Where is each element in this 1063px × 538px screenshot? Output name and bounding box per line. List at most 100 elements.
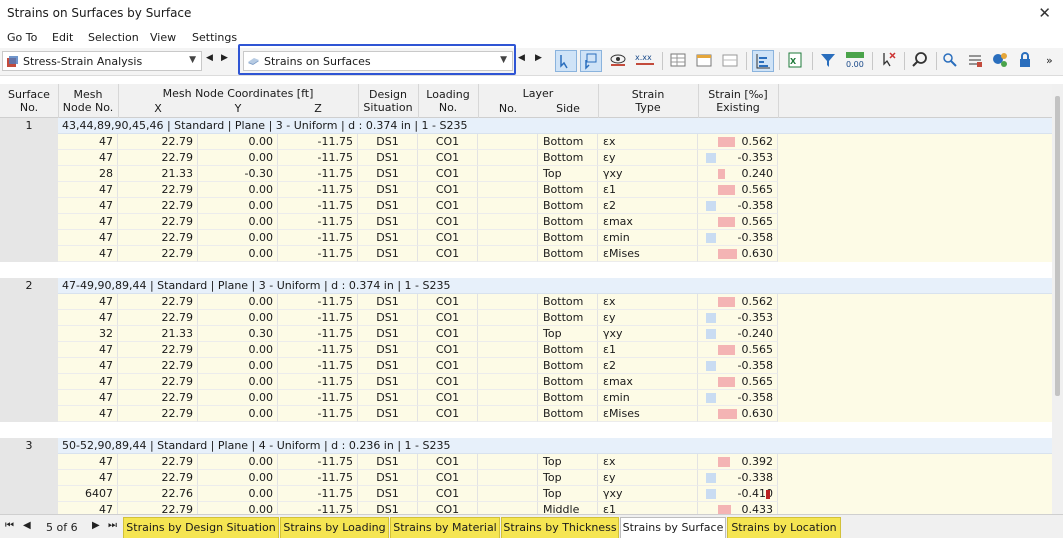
clear-selection-icon[interactable]	[878, 50, 900, 72]
cell-z: -11.75	[278, 358, 358, 374]
header-strain-existing[interactable]: Strain [‰] Existing	[698, 88, 778, 114]
cell-y: 0.00	[198, 486, 278, 502]
overflow-icon[interactable]: »	[1046, 54, 1053, 67]
tab-by-surface[interactable]: Strains by Surface	[620, 517, 726, 538]
tab-by-loading[interactable]: Strains by Loading	[280, 517, 389, 538]
close-icon[interactable]: ✕	[1038, 4, 1051, 22]
info-icon[interactable]	[990, 50, 1012, 72]
cell-y: 0.00	[198, 406, 278, 422]
table-row[interactable]: 47 22.79 0.00 -11.75 DS1 CO1 Top εx 0.392	[58, 454, 1052, 470]
cell-layer-side: Bottom	[538, 358, 598, 374]
table-row[interactable]: 47 22.79 0.00 -11.75 DS1 CO1 Middle ε1 0.433	[58, 502, 1052, 514]
cell-z: -11.75	[278, 198, 358, 214]
table-row[interactable]: 47 22.79 0.00 -11.75 DS1 CO1 Bottom εmin -0.358	[58, 230, 1052, 246]
cell-strain-existing: 0.562	[698, 294, 778, 310]
surface-number: 2	[0, 278, 58, 294]
zoom-to-object-icon[interactable]	[940, 50, 962, 72]
analysis-combo[interactable]: Stress-Strain Analysis ▼	[2, 51, 202, 71]
filter-icon[interactable]	[818, 50, 840, 72]
group-header-row[interactable]: 3 50-52,90,89,44 | Standard | Plane | 4 -…	[0, 438, 1052, 454]
table-row[interactable]: 47 22.79 0.00 -11.75 DS1 CO1 Bottom εmax 0.565	[58, 214, 1052, 230]
table-row[interactable]: 47 22.79 0.00 -11.75 DS1 CO1 Bottom εx 0.562	[58, 294, 1052, 310]
menu-edit[interactable]: Edit	[52, 31, 73, 44]
menu-view[interactable]: View	[150, 31, 176, 44]
group-header-row[interactable]: 2 47-49,90,89,44 | Standard | Plane | 3 -…	[0, 278, 1052, 294]
scrollbar-thumb[interactable]	[1055, 96, 1060, 396]
next-page-icon[interactable]: ▶	[92, 520, 100, 531]
table-row[interactable]: 47 22.79 0.00 -11.75 DS1 CO1 Bottom ε1 0.565	[58, 182, 1052, 198]
cell-mesh-node: 47	[58, 214, 118, 230]
table-row[interactable]: 47 22.79 0.00 -11.75 DS1 CO1 Top εy -0.338	[58, 470, 1052, 486]
display-options-icon[interactable]	[965, 50, 987, 72]
table-row[interactable]: 47 22.79 0.00 -11.75 DS1 CO1 Bottom εMises 0.630	[58, 246, 1052, 262]
header-x[interactable]: X	[118, 102, 198, 115]
header-mesh-node[interactable]: Mesh Node No.	[58, 88, 118, 114]
prev-analysis-icon[interactable]: ◀	[206, 53, 213, 63]
table-row[interactable]: 47 22.79 0.00 -11.75 DS1 CO1 Bottom εx 0.562	[58, 134, 1052, 150]
table-view-icon[interactable]	[668, 50, 690, 72]
table-row[interactable]: 47 22.79 0.00 -11.75 DS1 CO1 Bottom εmin -0.358	[58, 390, 1052, 406]
table-row[interactable]: 47 22.79 0.00 -11.75 DS1 CO1 Bottom εy -0.353	[58, 310, 1052, 326]
header-loading-no[interactable]: Loading No.	[418, 88, 478, 114]
menu-selection[interactable]: Selection	[88, 31, 139, 44]
menu-settings[interactable]: Settings	[192, 31, 237, 44]
vertical-scrollbar[interactable]	[1052, 84, 1063, 514]
first-page-icon[interactable]: ⏮	[5, 520, 14, 531]
header-surface-no[interactable]: Surface No.	[0, 88, 58, 114]
table-row[interactable]: 32 21.33 0.30 -11.75 DS1 CO1 Top γxy -0.240	[58, 326, 1052, 342]
positive-strain-bar	[718, 249, 737, 259]
cell-x: 22.79	[118, 134, 198, 150]
header-z[interactable]: Z	[278, 102, 358, 115]
decimal-places-icon[interactable]: x.xx	[634, 50, 656, 72]
table-row[interactable]: 47 22.79 0.00 -11.75 DS1 CO1 Bottom εmax 0.565	[58, 374, 1052, 390]
cell-loading-no: CO1	[418, 182, 478, 198]
lock-icon[interactable]	[1015, 50, 1037, 72]
table-column-icon[interactable]	[694, 50, 716, 72]
cell-design-situation: DS1	[358, 310, 418, 326]
table-row[interactable]: 47 22.79 0.00 -11.75 DS1 CO1 Bottom εy -0.353	[58, 150, 1052, 166]
select-in-model-icon[interactable]	[580, 50, 602, 72]
next-result-icon[interactable]: ▶	[535, 53, 542, 63]
surface-number: 1	[0, 118, 58, 134]
tab-by-thickness[interactable]: Strains by Thickness	[501, 517, 619, 538]
last-page-icon[interactable]: ⏭	[108, 520, 117, 531]
select-mode-icon[interactable]	[555, 50, 577, 72]
header-strain-type[interactable]: Strain Type	[598, 88, 698, 114]
negative-strain-bar	[706, 393, 716, 403]
cell-layer-side: Top	[538, 486, 598, 502]
cell-strain-type: ε1	[598, 502, 698, 514]
table-row[interactable]: 47 22.79 0.00 -11.75 DS1 CO1 Bottom ε2 -0.358	[58, 358, 1052, 374]
header-y[interactable]: Y	[198, 102, 278, 115]
cell-mesh-node: 6407	[58, 486, 118, 502]
group-header-row[interactable]: 1 43,44,89,90,45,46 | Standard | Plane | …	[0, 118, 1052, 134]
tab-by-material[interactable]: Strains by Material	[390, 517, 500, 538]
cell-layer-no	[478, 310, 538, 326]
cell-x: 22.79	[118, 150, 198, 166]
table-row[interactable]: 47 22.79 0.00 -11.75 DS1 CO1 Bottom ε2 -0.358	[58, 198, 1052, 214]
table-filter-icon[interactable]	[720, 50, 742, 72]
negative-strain-bar	[706, 489, 716, 499]
header-layer-no[interactable]: No.	[478, 102, 538, 115]
view-eye-icon[interactable]	[608, 50, 630, 72]
header-layer-side[interactable]: Side	[538, 102, 598, 115]
bar-chart-icon[interactable]	[752, 50, 774, 72]
tab-by-design-situation[interactable]: Strains by Design Situation	[123, 517, 279, 538]
table-row[interactable]: 47 22.79 0.00 -11.75 DS1 CO1 Bottom ε1 0.565	[58, 342, 1052, 358]
cell-design-situation: DS1	[358, 294, 418, 310]
value-filter-icon[interactable]: 0.00	[844, 50, 866, 72]
cell-mesh-node: 47	[58, 134, 118, 150]
tab-by-location[interactable]: Strains by Location	[727, 517, 841, 538]
next-analysis-icon[interactable]: ▶	[221, 53, 228, 63]
table-row[interactable]: 28 21.33 -0.30 -11.75 DS1 CO1 Top γxy 0.240	[58, 166, 1052, 182]
menu-go-to[interactable]: Go To	[7, 31, 37, 44]
cell-z: -11.75	[278, 326, 358, 342]
table-row[interactable]: 47 22.79 0.00 -11.75 DS1 CO1 Bottom εMises 0.630	[58, 406, 1052, 422]
prev-page-icon[interactable]: ◀	[23, 520, 31, 531]
cell-x: 22.79	[118, 246, 198, 262]
positive-strain-bar	[718, 505, 731, 514]
table-row[interactable]: 6407 22.76 0.00 -11.75 DS1 CO1 Top γxy -0.410	[58, 486, 1052, 502]
prev-result-icon[interactable]: ◀	[518, 53, 525, 63]
search-icon[interactable]	[910, 50, 932, 72]
export-excel-icon[interactable]: X	[785, 50, 807, 72]
header-design-situation[interactable]: Design Situation	[358, 88, 418, 114]
